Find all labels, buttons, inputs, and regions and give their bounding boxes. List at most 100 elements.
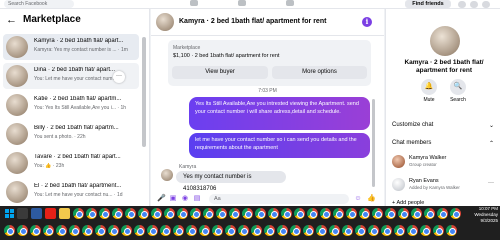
chrome-taskbar-icon[interactable]: [17, 225, 28, 236]
chrome-taskbar-icon[interactable]: [368, 225, 379, 236]
chrome-taskbar-icon[interactable]: [203, 208, 214, 219]
chrome-taskbar-icon[interactable]: [134, 225, 145, 236]
chrome-taskbar-icon[interactable]: [320, 208, 331, 219]
chrome-taskbar-icon[interactable]: [411, 208, 422, 219]
chrome-taskbar-icon[interactable]: [138, 208, 149, 219]
chrome-taskbar-icon[interactable]: [372, 208, 383, 219]
chrome-taskbar-icon[interactable]: [212, 225, 223, 236]
chrome-taskbar-icon[interactable]: [82, 225, 93, 236]
chrome-taskbar-icon[interactable]: [342, 225, 353, 236]
conversation-item[interactable]: Katie · 2 bed 1bath flat/ apartm... You:…: [3, 92, 139, 118]
search-button[interactable]: 🔍 Search: [443, 79, 473, 103]
more-options-icon[interactable]: ···: [488, 180, 494, 186]
chrome-taskbar-icon[interactable]: [43, 225, 54, 236]
chrome-taskbar-icon[interactable]: [277, 225, 288, 236]
chrome-taskbar-icon[interactable]: [30, 225, 41, 236]
chrome-taskbar-icon[interactable]: [424, 208, 435, 219]
customize-chat-row[interactable]: Customize chat: [392, 122, 433, 128]
chrome-taskbar-icon[interactable]: [151, 208, 162, 219]
search-icon[interactable]: [17, 208, 28, 219]
sidebar-scrollbar[interactable]: [142, 37, 146, 147]
chrome-taskbar-icon[interactable]: [56, 225, 67, 236]
chrome-taskbar-icon[interactable]: [190, 208, 201, 219]
notifications-icon[interactable]: [482, 1, 490, 8]
chrome-taskbar-icon[interactable]: [73, 208, 84, 219]
sticker-icon[interactable]: ◉: [181, 195, 189, 203]
chrome-taskbar-icon[interactable]: [346, 208, 357, 219]
facebook-search-input[interactable]: Search Facebook: [4, 0, 74, 8]
chrome-taskbar-icon[interactable]: [255, 208, 266, 219]
system-clock[interactable]: 10:07 PM Wednesday 9/3/2025: [466, 206, 500, 240]
chrome-taskbar-icon[interactable]: [355, 225, 366, 236]
chrome-taskbar-icon[interactable]: [359, 208, 370, 219]
member-item[interactable]: Kamyra Walker Group creator: [392, 154, 497, 170]
chrome-taskbar-icon[interactable]: [160, 225, 171, 236]
chrome-taskbar-icon[interactable]: [242, 208, 253, 219]
chrome-taskbar-icon[interactable]: [294, 208, 305, 219]
chrome-taskbar-icon[interactable]: [264, 225, 275, 236]
view-buyer-button[interactable]: View buyer: [172, 66, 268, 79]
task-view-icon[interactable]: [31, 208, 42, 219]
conversation-item[interactable]: Billy · 2 bed 1bath flat/ apartm... You …: [3, 121, 139, 147]
chrome-taskbar-icon[interactable]: [398, 208, 409, 219]
sender-avatar[interactable]: [161, 169, 173, 181]
image-icon[interactable]: ▣: [169, 195, 177, 203]
member-item[interactable]: Ryan Evans Added by Kamyra Walker ···: [392, 177, 497, 193]
chat-members-row[interactable]: Chat members: [392, 140, 431, 146]
chrome-taskbar-icon[interactable]: [385, 208, 396, 219]
chrome-taskbar-icon[interactable]: [229, 208, 240, 219]
microphone-icon[interactable]: 🎤: [157, 195, 166, 203]
chrome-taskbar-icon[interactable]: [437, 208, 448, 219]
chrome-taskbar-icon[interactable]: [112, 208, 123, 219]
message-input[interactable]: Aa: [209, 194, 349, 204]
conversation-item[interactable]: Kamyra · 2 bed 1bath flat/ apart... Kamy…: [3, 34, 139, 60]
chrome-taskbar-icon[interactable]: [121, 225, 132, 236]
video-icon[interactable]: [238, 0, 246, 6]
emoji-icon[interactable]: ☺: [354, 195, 362, 203]
conversation-item[interactable]: Tavare · 2 bed 1bath flat/ apart... You:…: [3, 150, 139, 176]
chrome-taskbar-icon[interactable]: [268, 208, 279, 219]
chat-avatar[interactable]: [156, 13, 174, 31]
mute-button[interactable]: 🔔 Mute: [414, 79, 444, 103]
chrome-taskbar-icon[interactable]: [333, 208, 344, 219]
chat-title[interactable]: Kamyra · 2 bed 1bath flat/ apartment for…: [179, 18, 326, 25]
chrome-taskbar-icon[interactable]: [316, 225, 327, 236]
chrome-taskbar-icon[interactable]: [125, 208, 136, 219]
chrome-taskbar-icon[interactable]: [216, 208, 227, 219]
chrome-taskbar-icon[interactable]: [147, 225, 158, 236]
home-icon[interactable]: [190, 0, 198, 6]
messenger-icon[interactable]: [470, 1, 478, 8]
chrome-taskbar-icon[interactable]: [69, 225, 80, 236]
chrome-taskbar-icon[interactable]: [290, 225, 301, 236]
chevron-up-icon[interactable]: ⌃: [489, 140, 494, 147]
gif-icon[interactable]: ▤: [193, 195, 201, 203]
chrome-taskbar-icon[interactable]: [186, 225, 197, 236]
conversation-item[interactable]: Dina · 2 bed 1bath flat/ apart... You: L…: [3, 63, 139, 89]
chrome-taskbar-icon[interactable]: [177, 208, 188, 219]
chrome-taskbar-icon[interactable]: [394, 225, 405, 236]
find-friends-button[interactable]: Find friends: [405, 0, 451, 8]
chrome-taskbar-icon[interactable]: [329, 225, 340, 236]
chrome-taskbar-icon[interactable]: [307, 208, 318, 219]
chrome-taskbar-icon[interactable]: [407, 225, 418, 236]
chrome-taskbar-icon[interactable]: [225, 225, 236, 236]
more-options-button[interactable]: More options: [272, 66, 367, 79]
chrome-taskbar-icon[interactable]: [164, 208, 175, 219]
youtube-icon[interactable]: [45, 208, 56, 219]
chrome-taskbar-icon[interactable]: [108, 225, 119, 236]
chrome-taskbar-icon[interactable]: [446, 225, 457, 236]
chrome-taskbar-icon[interactable]: [303, 225, 314, 236]
chrome-taskbar-icon[interactable]: [251, 225, 262, 236]
chrome-taskbar-icon[interactable]: [173, 225, 184, 236]
chrome-taskbar-icon[interactable]: [450, 208, 461, 219]
chrome-taskbar-icon[interactable]: [95, 225, 106, 236]
chat-scrollbar[interactable]: [372, 99, 375, 187]
chrome-taskbar-icon[interactable]: [199, 225, 210, 236]
chrome-taskbar-icon[interactable]: [4, 225, 15, 236]
chrome-taskbar-icon[interactable]: [281, 208, 292, 219]
chrome-taskbar-icon[interactable]: [86, 208, 97, 219]
chrome-taskbar-icon[interactable]: [433, 225, 444, 236]
listing-photo[interactable]: [430, 26, 460, 56]
back-arrow-icon[interactable]: ←: [6, 14, 17, 25]
listing-price[interactable]: $1,100 · 2 bed 1bath flat/ apartment for…: [173, 53, 279, 59]
